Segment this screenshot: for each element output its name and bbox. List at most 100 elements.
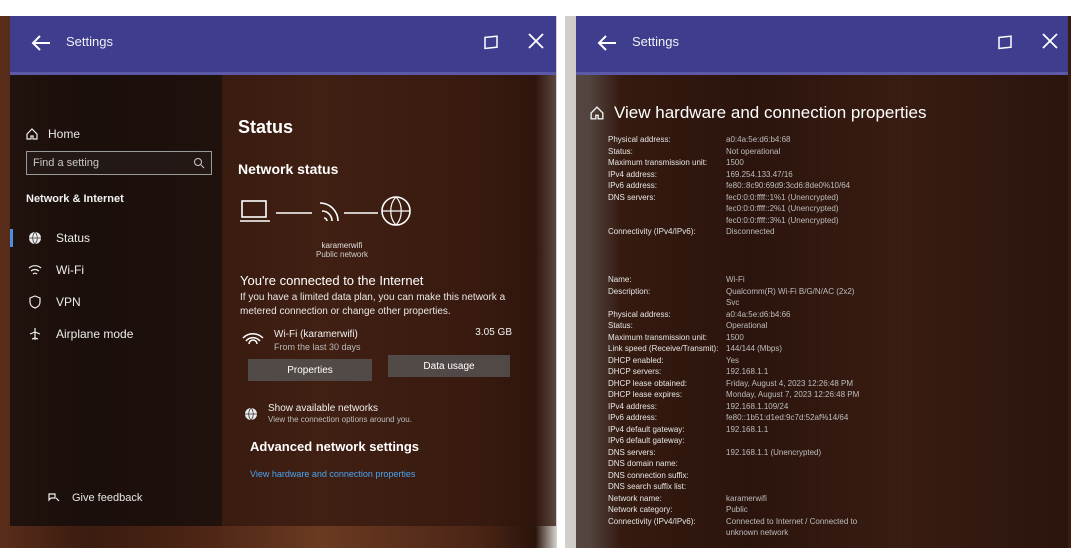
photo-border-top [0,0,1071,16]
property-value: 192.168.1.1 [726,424,769,434]
property-label: IPv6 address: [608,181,657,190]
close-icon[interactable] [525,30,547,52]
wifi-signal-icon [319,202,339,222]
property-label: IPv4 address: [608,401,657,411]
property-value: fe80::8c90:69d9:3cd6:8de0%10/64 [726,181,851,190]
sidebar-item-wifi[interactable]: Wi-Fi [28,263,84,277]
show-networks-label: Show available networks [268,403,379,414]
advanced-settings-heading: Advanced network settings [250,439,420,454]
property-value: 192.168.1.1 [726,367,769,376]
close-icon[interactable] [1039,30,1061,52]
property-value: fec0:0:0:ffff::1%1 (Unencrypted) [726,192,839,202]
property-label: DHCP enabled: [608,355,664,365]
title-bar: Settings [576,16,1068,75]
property-value: 192.168.1.1 (Unencrypted) [726,447,822,457]
property-label: DHCP lease expires: [608,390,683,399]
back-arrow-icon[interactable] [594,30,620,56]
settings-window-properties: Settings View hardware and connection pr… [576,16,1068,548]
property-label: Maximum transmission unit: [608,158,708,167]
property-label: Name: [608,275,632,284]
globe-icon [381,196,411,226]
property-value: unknown network [726,528,789,537]
property-value: Disconnected [726,227,775,236]
property-label: Network category: [608,505,673,514]
network-type: Public network [315,250,369,259]
property-value: a0:4a:5e:d6:b4:66 [726,309,791,319]
main-content: Status Network status karamerwifi Public… [222,75,556,526]
home-link[interactable]: Home [26,127,80,141]
hardware-properties-link[interactable]: View hardware and connection properties [250,469,415,479]
window-title: Settings [632,34,679,49]
property-label: Connectivity (IPv4/IPv6): [608,227,696,236]
search-icon [194,158,205,169]
wifi-period: From the last 30 days [274,342,361,352]
photo-divider [557,0,565,556]
snap-icon[interactable] [994,32,1016,54]
property-value: 169.254.133.47/16 [726,169,793,179]
property-value: Connected to Internet / Connected to [726,516,858,526]
show-networks-desc: View the connection options around you. [268,415,412,424]
property-label: Status: [608,321,633,330]
sidebar-item-label: Status [56,231,91,245]
sidebar-item-status[interactable]: Status [28,231,90,245]
property-value: Operational [726,321,768,330]
property-value: 192.168.1.109/24 [726,401,789,411]
home-icon[interactable] [590,106,604,120]
page-title: View hardware and connection properties [614,103,927,122]
properties-button[interactable]: Properties [248,359,372,381]
globe-icon [245,407,257,421]
property-label: DHCP servers: [608,367,662,376]
connection-description: If you have a limited data plan, you can… [240,292,506,317]
property-value: fec0:0:0:ffff::2%1 (Unencrypted) [726,204,839,213]
property-label: IPv6 default gateway: [608,436,685,445]
property-value: Svc [726,298,740,307]
settings-window-status: Settings Home Network & Internet Status … [10,16,556,526]
wifi-icon [242,333,264,345]
property-label: DNS servers: [608,447,656,457]
give-feedback-link[interactable]: Give feedback [48,492,142,504]
airplane-icon [29,328,41,340]
property-label: Link speed (Receive/Transmit): [608,344,719,353]
wifi-name: Wi-Fi (karamerwifi) [274,329,358,340]
feedback-icon [48,493,60,502]
property-value: 1500 [726,158,744,167]
properties-content: View hardware and connection properties … [576,75,1068,548]
property-label: DHCP lease obtained: [608,378,688,388]
show-available-networks[interactable]: Show available networks View the connect… [244,403,514,429]
globe-icon [29,231,41,245]
property-value: fe80::1b51:d1ed:9c7d:52af%14/64 [726,413,849,422]
wifi-usage-row: Wi-Fi (karamerwifi) From the last 30 day… [242,327,512,355]
page-title: Status [238,117,294,137]
search-input[interactable] [27,152,189,174]
back-arrow-icon[interactable] [28,30,54,56]
sidebar-item-label: Wi-Fi [56,263,84,277]
home-label: Home [48,127,81,141]
search-box[interactable] [26,151,212,175]
property-label: Status: [608,146,633,156]
wifi-icon [28,265,42,275]
photo-border-bottom [0,548,1071,556]
property-label: DNS servers: [608,192,656,202]
properties-header: View hardware and connection properties [590,103,927,123]
sidebar-item-vpn[interactable]: VPN [28,295,81,309]
property-value: Not operational [726,146,781,156]
property-label: IPv4 default gateway: [608,424,685,434]
sidebar-item-airplane[interactable]: Airplane mode [28,327,133,341]
property-label: DNS domain name: [608,459,678,468]
property-value: Wi-Fi [726,275,745,284]
section-title: Network & Internet [26,193,124,205]
property-label: IPv6 address: [608,413,657,422]
property-value: a0:4a:5e:d6:b4:68 [726,135,791,144]
snap-icon[interactable] [480,32,502,54]
property-label: DNS search suffix list: [608,482,687,491]
sidebar-item-label: Airplane mode [56,327,134,341]
connection-heading: You're connected to the Internet [240,273,424,288]
home-icon [26,128,38,140]
sidebar-item-label: VPN [56,295,81,309]
feedback-label: Give feedback [72,492,143,504]
network-name: karamerwifi [321,241,363,250]
property-label: DNS connection suffix: [608,470,689,480]
property-value: Public [726,505,748,514]
property-value: Friday, August 4, 2023 12:26:48 PM [726,378,854,388]
data-usage-button[interactable]: Data usage [388,355,510,377]
